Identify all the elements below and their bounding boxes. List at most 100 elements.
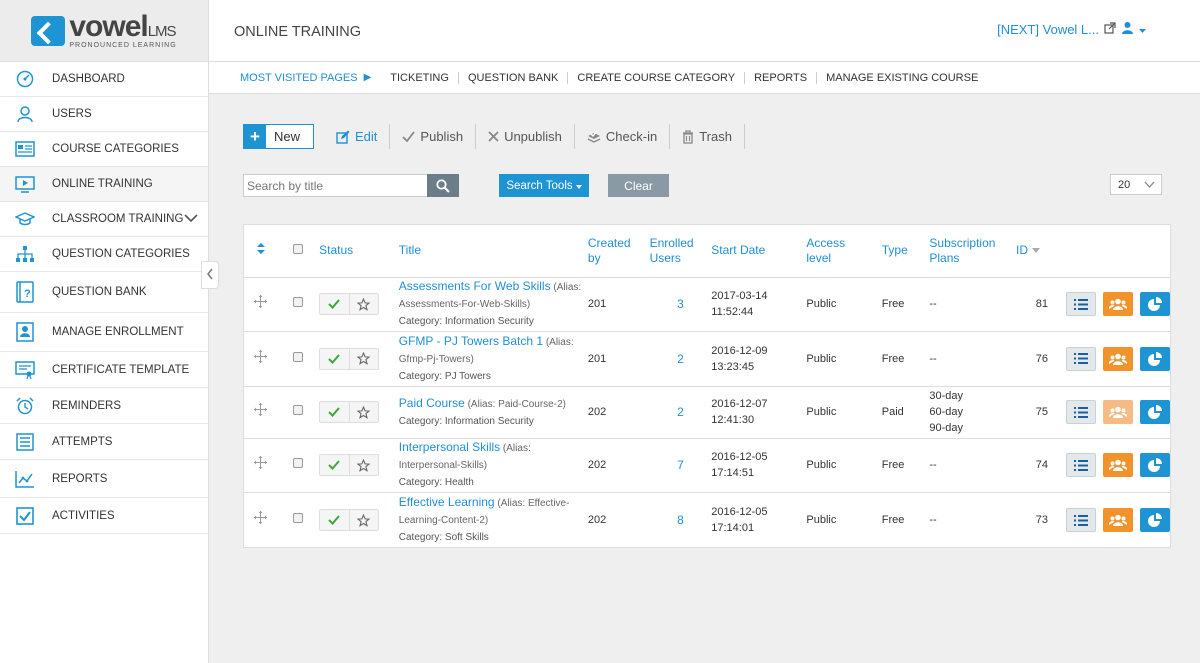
report-chart-button[interactable] (1140, 508, 1170, 532)
report-chart-button[interactable] (1140, 400, 1170, 424)
drag-handle[interactable] (244, 386, 278, 439)
row-checkbox[interactable] (293, 405, 304, 415)
caret-down-icon[interactable] (1139, 22, 1146, 37)
sidebar-item-dashboard[interactable]: DASHBOARD (0, 62, 208, 97)
subscription-plans-header[interactable]: Subscription Plans (929, 225, 1017, 278)
enrolled-users-button[interactable] (1103, 292, 1133, 317)
enrolled-users-link[interactable]: 2 (649, 331, 712, 387)
user-icon[interactable] (1121, 21, 1134, 37)
sidebar-item-question-bank[interactable]: ? QUESTION BANK (0, 272, 208, 313)
plans-header-line1: Subscription (929, 235, 996, 250)
publish-button[interactable]: Publish (390, 124, 477, 149)
sidebar-item-certificate-template[interactable]: CERTIFICATE TEMPLATE (0, 352, 208, 388)
unpublish-button[interactable]: Unpublish (476, 124, 575, 149)
enrolled-users-button[interactable] (1103, 508, 1133, 532)
course-title-link[interactable]: Effective Learning (399, 495, 495, 509)
enrolled-users-link[interactable]: 2 (649, 386, 712, 439)
start-date-header[interactable]: Start Date (711, 225, 807, 278)
featured-star-icon[interactable] (350, 294, 379, 314)
new-button[interactable]: + New (243, 124, 315, 149)
published-check-icon[interactable] (320, 455, 350, 476)
trash-button[interactable]: Trash (670, 124, 745, 149)
featured-star-icon[interactable] (350, 455, 379, 475)
search-button[interactable] (427, 174, 459, 197)
sidebar-item-reminders[interactable]: REMINDERS (0, 388, 208, 424)
external-link-icon[interactable] (1104, 21, 1116, 37)
enrolled-users-header[interactable]: Enrolled Users (649, 225, 712, 278)
row-checkbox[interactable] (293, 458, 304, 469)
course-title-link[interactable]: Paid Course (399, 396, 465, 410)
new-button-label: New (274, 129, 301, 144)
enrolled-users-button[interactable] (1103, 346, 1133, 371)
sidebar-item-manage-enrollment[interactable]: MANAGE ENROLLMENT (0, 313, 208, 352)
status-header[interactable]: Status (319, 225, 399, 278)
quicknav-most-visited[interactable]: MOST VISITED PAGES (240, 72, 358, 84)
sidebar-item-activities[interactable]: ACTIVITIES (0, 498, 208, 534)
report-chart-button[interactable] (1140, 346, 1170, 371)
details-list-button[interactable] (1066, 292, 1096, 317)
published-check-icon[interactable] (320, 402, 350, 422)
unpublish-button-label: Unpublish (504, 129, 562, 144)
enrolled-users-link[interactable]: 3 (649, 277, 712, 332)
course-title-link[interactable]: GFMP - PJ Towers Batch 1 (399, 334, 543, 348)
sidebar-item-attempts[interactable]: ATTEMPTS (0, 424, 208, 460)
published-check-icon[interactable] (320, 510, 350, 530)
user-menu[interactable]: [NEXT] Vowel L... (997, 21, 1146, 37)
quicknav-manage-existing-course[interactable]: MANAGE EXISTING COURSE (816, 71, 987, 84)
details-list-button[interactable] (1066, 346, 1096, 371)
course-title-link[interactable]: Assessments For Web Skills (399, 279, 551, 293)
course-title-link[interactable]: Interpersonal Skills (399, 440, 500, 454)
report-chart-button[interactable] (1140, 292, 1170, 317)
sidebar-item-users[interactable]: USERS (0, 97, 208, 132)
search-input[interactable] (243, 174, 427, 197)
start-time: 13:23:45 (711, 360, 755, 373)
list-limit-select[interactable]: 20 (1110, 174, 1162, 195)
sidebar-item-question-categories[interactable]: QUESTION CATEGORIES (0, 237, 208, 272)
drag-handle[interactable] (244, 438, 278, 493)
top-bar: ONLINE TRAINING [NEXT] Vowel L... (209, 0, 1200, 62)
id-header[interactable]: ID (1016, 225, 1054, 278)
featured-star-icon[interactable] (350, 349, 379, 369)
enrolled-users-button[interactable] (1103, 400, 1133, 424)
enrolled-users-button[interactable] (1103, 453, 1133, 478)
quicknav-create-course-category[interactable]: CREATE COURSE CATEGORY (567, 71, 744, 84)
ordering-sort-header[interactable] (244, 225, 278, 278)
logo[interactable]: vowelLMS PRONOUNCED LEARNING (0, 0, 208, 62)
sidebar-item-classroom-training[interactable]: CLASSROOM TRAINING (0, 202, 208, 237)
report-chart-button[interactable] (1140, 453, 1170, 478)
published-check-icon[interactable] (320, 294, 350, 315)
details-list-button[interactable] (1066, 400, 1096, 424)
quicknav-ticketing[interactable]: TICKETING (381, 72, 458, 84)
drag-handle[interactable] (244, 331, 278, 387)
quicknav-question-bank[interactable]: QUESTION BANK (457, 71, 567, 84)
quicknav-reports[interactable]: REPORTS (744, 71, 816, 84)
sidebar-item-online-training[interactable]: ONLINE TRAINING (0, 167, 208, 202)
search-tools-button[interactable]: Search Tools (499, 174, 589, 197)
sidebar-item-reports[interactable]: REPORTS (0, 460, 208, 498)
drag-handle[interactable] (244, 277, 278, 332)
enrolled-users-link[interactable]: 7 (649, 438, 712, 493)
start-time: 17:14:51 (711, 467, 755, 480)
details-list-button[interactable] (1066, 508, 1096, 532)
select-all-checkbox[interactable] (293, 244, 304, 255)
published-check-icon[interactable] (320, 348, 350, 369)
type-header[interactable]: Type (881, 225, 930, 278)
sidebar-item-course-categories[interactable]: COURSE CATEGORIES (0, 132, 208, 167)
move-icon (254, 456, 268, 470)
details-list-button[interactable] (1066, 453, 1096, 478)
row-checkbox[interactable] (293, 297, 304, 308)
title-header[interactable]: Title (398, 225, 588, 278)
row-checkbox[interactable] (293, 513, 304, 523)
drag-handle[interactable] (244, 493, 278, 548)
featured-star-icon[interactable] (350, 510, 379, 530)
featured-star-icon[interactable] (350, 402, 379, 422)
clear-button[interactable]: Clear (608, 174, 669, 197)
checkin-button[interactable]: Check-in (575, 124, 671, 149)
row-checkbox[interactable] (293, 351, 304, 362)
times-icon (488, 131, 499, 142)
edit-button[interactable]: Edit (324, 124, 391, 149)
chevron-down-icon[interactable] (184, 212, 198, 226)
access-level-header[interactable]: Access level (806, 225, 882, 278)
enrolled-users-link[interactable]: 8 (650, 493, 712, 548)
created-by-header[interactable]: Created by (587, 225, 650, 278)
